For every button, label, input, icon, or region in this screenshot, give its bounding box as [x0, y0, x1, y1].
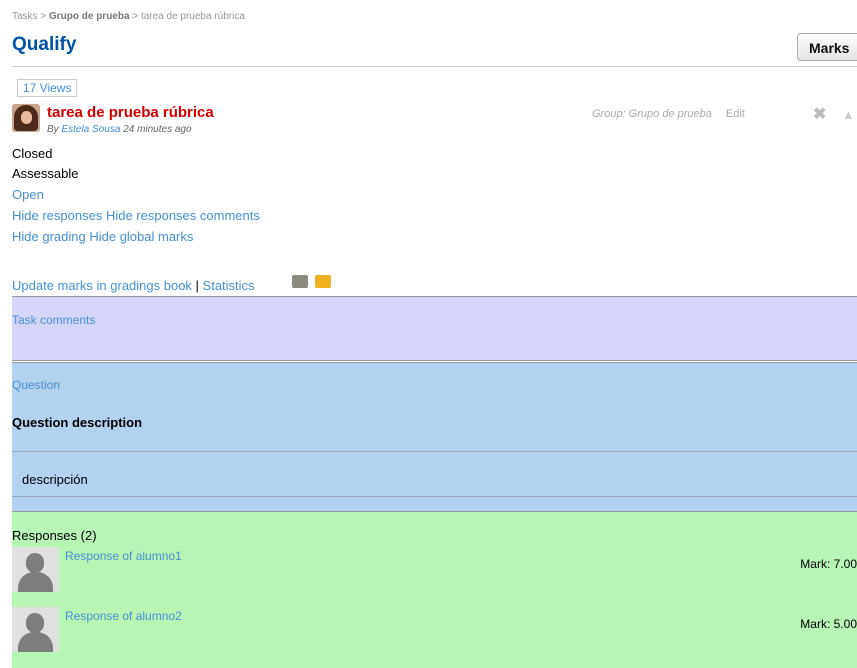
orange-book-icon[interactable] — [315, 275, 331, 288]
responses-section: Responses (2) Response of alumno1 Mark: … — [12, 511, 857, 668]
marks-button[interactable]: Marks — [797, 33, 857, 61]
breadcrumb-separator: > — [37, 11, 49, 22]
link-separator: | — [191, 278, 203, 293]
response-link[interactable]: Response of alumno1 — [65, 549, 182, 563]
update-marks-link[interactable]: Update marks in gradings book — [12, 278, 192, 293]
task-meta: Group: Grupo de prueba Edit — [592, 108, 745, 120]
user-avatar[interactable] — [12, 607, 59, 652]
hide-global-marks-link[interactable]: Hide global marks — [89, 229, 193, 244]
hide-responses-links: Hide responses Hide responses comments — [12, 208, 260, 223]
breadcrumb-separator: > — [129, 11, 141, 22]
views-counter: 17 Views — [17, 79, 78, 97]
grey-book-icon[interactable] — [292, 275, 308, 288]
avatar-body — [18, 632, 53, 652]
page-title: Qualify — [12, 34, 77, 55]
author-link[interactable]: Estela Sousa — [61, 124, 120, 135]
statistics-link[interactable]: Statistics — [203, 278, 255, 293]
status-assessable: Assessable — [12, 166, 79, 181]
byline: By Estela Sousa 24 minutes ago — [47, 124, 192, 135]
question-link[interactable]: Question — [12, 378, 60, 392]
open-link[interactable]: Open — [12, 187, 44, 202]
responses-title: Responses (2) — [12, 528, 97, 543]
list-item: Response of alumno2 Mark: 5.00 — [12, 607, 857, 655]
avatar-head — [26, 613, 44, 633]
response-mark: Mark: 5.00 — [800, 617, 857, 631]
byline-prefix: By — [47, 124, 62, 135]
task-title[interactable]: tarea de prueba rúbrica — [47, 104, 214, 121]
response-link[interactable]: Response of alumno2 — [65, 609, 182, 623]
breadcrumb: Tasks > Grupo de prueba > tarea de prueb… — [12, 11, 245, 22]
delete-icon[interactable]: ✖ — [813, 107, 829, 123]
avatar-face — [21, 111, 32, 124]
question-description-title: Question description — [12, 415, 143, 430]
grading-links: Update marks in gradings book | Statisti… — [12, 278, 255, 293]
group-label: Group: Grupo de prueba — [592, 108, 712, 120]
hide-grading-link[interactable]: Hide grading — [12, 229, 86, 244]
task-comments-link[interactable]: Task comments — [12, 313, 95, 327]
author-avatar[interactable] — [12, 104, 40, 132]
hide-responses-comments-link[interactable]: Hide responses comments — [106, 208, 260, 223]
byline-time: 24 minutes ago — [120, 124, 192, 135]
question-section: Question Question description descripció… — [12, 362, 857, 511]
breadcrumb-task: tarea de prueba rúbrica — [140, 11, 245, 22]
avatar-head — [26, 553, 44, 573]
edit-link[interactable]: Edit — [726, 108, 745, 120]
question-description: descripción — [22, 472, 88, 487]
question-description-box: descripción — [12, 451, 857, 497]
response-mark: Mark: 7.00 — [800, 557, 857, 571]
user-avatar[interactable] — [12, 547, 59, 592]
task-comments-section: Task comments — [12, 296, 857, 361]
hide-grading-links: Hide grading Hide global marks — [12, 229, 193, 244]
status-closed: Closed — [12, 146, 53, 161]
thumbs-up-icon[interactable]: ▲ — [842, 108, 857, 122]
breadcrumb-tasks[interactable]: Tasks — [12, 11, 38, 22]
divider — [12, 66, 857, 67]
list-item: Response of alumno1 Mark: 7.00 — [12, 547, 857, 595]
breadcrumb-group[interactable]: Grupo de prueba — [49, 11, 130, 22]
hide-responses-link[interactable]: Hide responses — [12, 208, 102, 223]
avatar-body — [18, 572, 53, 592]
